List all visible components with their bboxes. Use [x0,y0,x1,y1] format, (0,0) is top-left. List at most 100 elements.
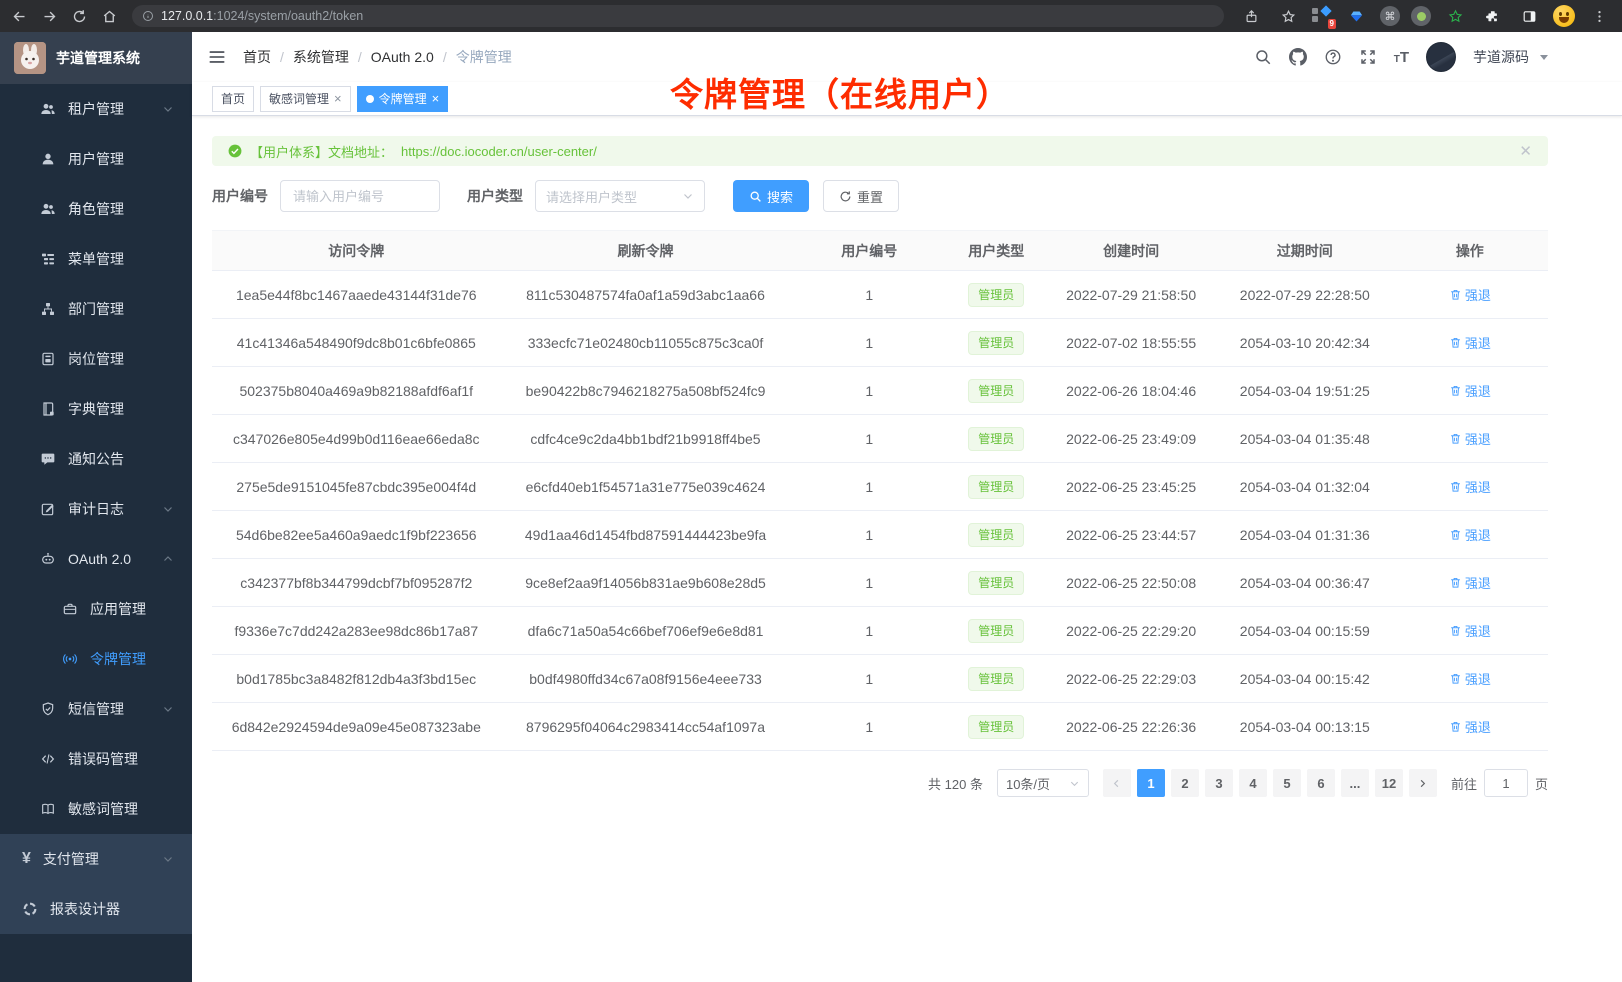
command-extension-icon[interactable]: ⌘ [1380,6,1400,26]
sidebar-item-pay-management[interactable]: ¥支付管理 [0,834,192,884]
force-logout-button[interactable]: 强退 [1449,717,1491,736]
shield-check-icon [40,701,56,717]
refresh-token-cell: cdfc4ce9c2da4bb1bdf21b9918ff4be5 [501,415,791,463]
record-extension-icon[interactable] [1411,6,1431,26]
side-panel-icon[interactable] [1516,3,1542,29]
trash-icon [1449,624,1462,637]
sidebar-item-dept-management[interactable]: 部门管理 [0,284,192,334]
tab-令牌管理[interactable]: 令牌管理× [357,86,449,112]
tab-close-icon[interactable]: × [334,92,342,105]
github-icon[interactable] [1289,48,1307,66]
pagination-ellipsis[interactable]: ... [1341,769,1369,797]
sidebar-item-error-code-management[interactable]: 错误码管理 [0,734,192,784]
force-logout-button[interactable]: 强退 [1449,429,1491,448]
table-row: c347026e805e4d99b0d116eae66eda8ccdfc4ce9… [212,415,1548,463]
app-logo [14,42,46,74]
table-row: 54d6be82ee5a460a9aedc1f9bf22365649d1aa46… [212,511,1548,559]
profile-avatar-icon[interactable] [1553,5,1575,27]
breadcrumb-item-2[interactable]: OAuth 2.0 [371,49,434,65]
browser-forward-icon[interactable] [36,3,62,29]
breadcrumb-separator: / [358,49,362,65]
sidebar-item-sensitive-word-management[interactable]: 敏感词管理 [0,784,192,834]
browser-menu-icon[interactable] [1586,3,1612,29]
column-header-5: 过期时间 [1218,231,1392,271]
browser-home-icon[interactable] [96,3,122,29]
page-size-select[interactable]: 10条/页 [997,769,1089,797]
share-icon[interactable] [1238,3,1264,29]
pagination-page-1[interactable]: 1 [1137,769,1165,797]
sidebar-item-dict-management[interactable]: 字典管理 [0,384,192,434]
search-button[interactable]: 搜索 [733,180,809,212]
pagination-page-6[interactable]: 6 [1307,769,1335,797]
address-bar[interactable]: 127.0.0.1:1024/system/oauth2/token [132,5,1224,27]
force-logout-button[interactable]: 强退 [1449,477,1491,496]
chevron-down-icon[interactable] [1540,55,1548,60]
expire-time-cell: 2054-03-10 20:42:34 [1218,319,1392,367]
force-logout-button[interactable]: 强退 [1449,285,1491,304]
sidebar-item-menu-management[interactable]: 菜单管理 [0,234,192,284]
user-icon [40,151,56,167]
doc-link[interactable]: https://doc.iocoder.cn/user-center/ [401,144,597,159]
puzzle-extensions-icon[interactable] [1479,3,1505,29]
tab-首页[interactable]: 首页 [212,86,254,112]
force-logout-button[interactable]: 强退 [1449,381,1491,400]
sidebar-item-app-management[interactable]: 应用管理 [0,584,192,634]
extension-badge: 9 [1328,19,1336,29]
users-icon [40,101,56,117]
created-time-cell: 2022-06-25 23:44:57 [1044,511,1218,559]
font-size-icon[interactable]: TT [1394,49,1409,66]
user-type-tag: 管理员 [968,571,1024,595]
reset-button[interactable]: 重置 [823,180,899,212]
user-avatar[interactable] [1426,42,1456,72]
search-icon[interactable] [1254,48,1272,66]
user-id-input[interactable] [280,180,440,212]
sidebar-item-user-management[interactable]: 用户管理 [0,134,192,184]
force-logout-button[interactable]: 强退 [1449,621,1491,640]
tab-敏感词管理[interactable]: 敏感词管理× [260,86,351,112]
pagination-page-4[interactable]: 4 [1239,769,1267,797]
tab-close-icon[interactable]: × [432,92,440,105]
bookmark-star-icon[interactable] [1275,3,1301,29]
access-token-cell: 1ea5e44f8bc1467aaede43144f31de76 [212,271,501,319]
id-badge-icon [40,351,56,367]
browser-reload-icon[interactable] [66,3,92,29]
sidebar-item-sms-management[interactable]: 短信管理 [0,684,192,734]
pagination-next-button[interactable] [1409,769,1437,797]
refresh-token-cell: e6cfd40eb1f54571a31e775e039c4624 [501,463,791,511]
pagination-page-3[interactable]: 3 [1205,769,1233,797]
force-logout-button[interactable]: 强退 [1449,573,1491,592]
user-type-select[interactable]: 请选择用户类型 [535,180,705,212]
force-logout-button[interactable]: 强退 [1449,333,1491,352]
breadcrumb-item-0[interactable]: 首页 [243,47,271,67]
sidebar-item-token-management[interactable]: 令牌管理 [0,634,192,684]
sidebar-item-role-management[interactable]: 角色管理 [0,184,192,234]
browser-back-icon[interactable] [6,3,32,29]
column-header-6: 操作 [1392,231,1548,271]
sidebar-item-notice-announcement[interactable]: 通知公告 [0,434,192,484]
pagination-page-2[interactable]: 2 [1171,769,1199,797]
goto-page-input[interactable] [1484,769,1528,797]
pagination-prev-button[interactable] [1103,769,1131,797]
sidebar-item-tenant-management[interactable]: 租户管理 [0,84,192,134]
user-id-cell: 1 [790,559,948,607]
sidebar-item-oauth2[interactable]: OAuth 2.0 [0,534,192,584]
green-star-extension-icon[interactable] [1442,3,1468,29]
gem-extension-icon[interactable] [1343,3,1369,29]
hamburger-icon[interactable] [207,47,227,67]
site-info-icon[interactable] [142,10,154,22]
search-form: 用户编号 用户类型 请选择用户类型 搜索 重置 [212,180,1548,212]
breadcrumb-item-1[interactable]: 系统管理 [293,47,349,67]
pagination-page-5[interactable]: 5 [1273,769,1301,797]
fullscreen-icon[interactable] [1359,48,1377,66]
extension-icon[interactable]: 9 [1312,6,1332,26]
alert-close-icon[interactable]: ✕ [1519,144,1532,159]
help-icon[interactable] [1324,48,1342,66]
force-logout-button[interactable]: 强退 [1449,669,1491,688]
force-logout-button[interactable]: 强退 [1449,525,1491,544]
sidebar-item-post-management[interactable]: 岗位管理 [0,334,192,384]
sidebar-item-report-designer[interactable]: 报表设计器 [0,884,192,934]
sidebar-item-audit-log[interactable]: 审计日志 [0,484,192,534]
app-logo-bar[interactable]: 芋道管理系统 [0,32,192,84]
active-tab-dot [366,95,374,103]
pagination-page-12[interactable]: 12 [1375,769,1403,797]
